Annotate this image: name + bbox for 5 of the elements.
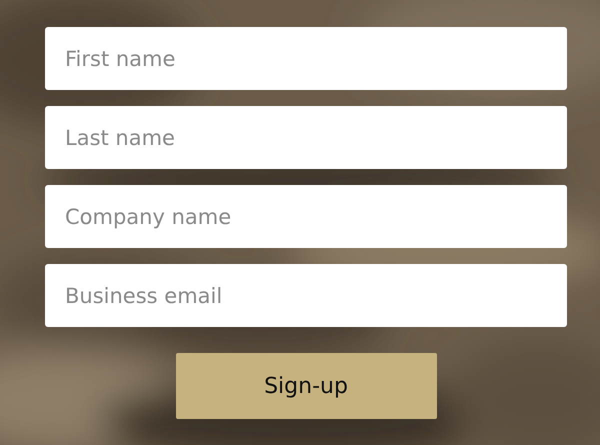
- input-field[interactable]: Business email: [45, 264, 567, 327]
- input-field[interactable]: First name: [45, 27, 567, 90]
- input-field[interactable]: Last name: [45, 106, 567, 169]
- input-field[interactable]: Company name: [45, 185, 567, 248]
- sign-up-button[interactable]: Sign-up: [176, 353, 436, 419]
